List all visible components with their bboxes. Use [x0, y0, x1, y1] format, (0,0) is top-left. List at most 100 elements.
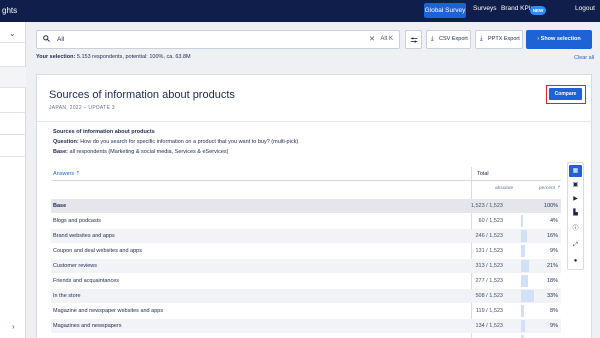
row-percent: 21% [546, 263, 558, 269]
page-title: Sources of information about products [49, 89, 235, 101]
shortcut-hint: Alt K [380, 36, 393, 42]
question-text: How do you search for specific informati… [80, 139, 299, 145]
row-percent: 33% [546, 293, 558, 299]
new-badge: NEW [530, 6, 546, 15]
row-percent: 18% [546, 278, 558, 284]
row-absolute: 508 / 1,523 [475, 293, 503, 299]
table-row: Online forums103 / 1,5237% [51, 334, 561, 338]
show-selection-label: Show selection [540, 36, 581, 42]
pptx-export-button[interactable]: ⤓ PPTX Export [475, 30, 523, 49]
sort-icon: ⇡ [556, 186, 561, 191]
search-icon [43, 35, 50, 44]
table-row: In the store 508 / 1,523 33% [51, 289, 561, 303]
question-label: Question: [53, 139, 79, 145]
bar-chart-icon[interactable]: ▶ [568, 193, 583, 205]
percent-subheader-label: percent [539, 186, 555, 191]
absolute-subheader: absolute [495, 186, 514, 191]
mountain-chart-icon[interactable]: ▙ [568, 207, 583, 219]
percent-bar [521, 305, 525, 317]
row-label: Coupon and deal websites and apps [53, 248, 142, 254]
row-label: Brand websites and apps [53, 233, 115, 239]
percent-bar [521, 275, 529, 287]
divider [37, 121, 593, 122]
percent-bar [521, 260, 530, 272]
app-brand: ghts [2, 6, 18, 15]
nav-global-survey[interactable]: Global Survey [424, 3, 466, 18]
sidebar-selected-item[interactable] [0, 66, 26, 88]
chevron-right-icon[interactable]: › [12, 322, 15, 331]
download-icon: ⤓ [480, 36, 483, 42]
percent-bar [521, 320, 525, 332]
table-row: Magazines and newspapers 134 / 1,523 9% [51, 319, 561, 333]
row-label: Friends and acquaintances [53, 278, 120, 284]
percent-bar [521, 245, 525, 257]
info-icon[interactable]: ● [568, 255, 583, 267]
row-percent: 9% [550, 323, 558, 329]
base-text: all respondents (Marketing & social medi… [69, 149, 229, 155]
sort-icon: ⇡ [75, 171, 81, 177]
info-small-icon[interactable]: ⓘ [568, 223, 583, 235]
left-sidebar: ⌄ › [0, 22, 26, 338]
show-selection-button[interactable]: › Show selection [526, 30, 592, 49]
percent-bar [521, 290, 535, 302]
base-row: Base 1,523 / 1,523 100% [51, 199, 561, 213]
row-percent: 16% [546, 233, 558, 239]
search-value: All [57, 36, 65, 43]
csv-export-button[interactable]: ⤓ CSV Export [426, 30, 471, 49]
row-label: Blogs and podcasts [53, 218, 102, 224]
statistic-card: Sources of information about products JA… [36, 74, 593, 338]
row-absolute: 131 / 1,523 [475, 248, 503, 254]
sidebar-divider [0, 156, 26, 157]
total-column-header: Total [477, 171, 489, 177]
selection-text: 5.153 respondents, potential: 100%, ca. … [76, 54, 191, 60]
row-absolute: 277 / 1,523 [475, 278, 503, 284]
base-line: Base: all respondents (Marketing & socia… [53, 149, 228, 155]
table-row: Magazine and newspaper websites and apps… [51, 304, 561, 318]
base-label: Base: [53, 149, 68, 155]
chevron-right-icon: › [537, 36, 540, 42]
chevron-down-icon[interactable]: ⌄ [9, 29, 17, 38]
row-label: Magazine and newspaper websites and apps [53, 308, 164, 314]
row-label: Customer reviews [53, 263, 98, 269]
csv-export-label: CSV Export [439, 36, 468, 42]
row-label: Base [53, 203, 67, 209]
row-absolute: 119 / 1,523 [475, 308, 503, 314]
sidebar-divider [0, 42, 26, 43]
selection-summary: Your selection: 5.153 respondents, poten… [36, 54, 191, 60]
expand-icon[interactable]: ⤢ [568, 239, 583, 251]
percent-subheader[interactable]: percent ⇡ [539, 186, 560, 191]
answers-column-header[interactable]: Answers ⇡ [53, 171, 80, 177]
question-title: Sources of information about products [53, 129, 155, 135]
nav-logout[interactable]: Logout [575, 5, 595, 12]
row-absolute: 1,523 / 1,523 [470, 203, 503, 209]
row-absolute: 60 / 1,523 [478, 218, 503, 224]
search-input[interactable]: All ✕ Alt K [36, 30, 400, 49]
table-row: Brand websites and apps 246 / 1,523 16% [51, 229, 561, 243]
table-header: Answers ⇡ Total [51, 167, 561, 181]
card-subtitle: JAPAN, 2022 – UPDATE 3 [49, 105, 115, 111]
selection-label: Your selection: [36, 54, 76, 60]
sidebar-divider [0, 112, 26, 113]
clear-all-link[interactable]: Clear all [574, 55, 594, 61]
row-percent: 9% [550, 248, 558, 254]
row-percent: 4% [550, 218, 558, 224]
nav-surveys[interactable]: Surveys [473, 5, 496, 12]
pptx-export-label: PPTX Export [488, 36, 520, 42]
sliders-icon [410, 37, 417, 43]
close-icon[interactable]: ✕ [369, 35, 375, 43]
table-row: Friends and acquaintances 277 / 1,523 18% [51, 274, 561, 288]
compare-button[interactable]: Compare [549, 88, 582, 100]
briefcase-icon[interactable]: ▣ [568, 179, 583, 191]
row-label: In the store [53, 293, 81, 299]
answers-header-label: Answers [53, 171, 75, 177]
table-row: Blogs and podcasts 60 / 1,523 4% [51, 214, 561, 228]
table-icon[interactable]: ▦ [569, 165, 582, 177]
compare-highlight: Compare [546, 85, 586, 104]
row-absolute: 313 / 1,523 [475, 263, 503, 269]
percent-bar [521, 230, 528, 242]
row-percent: 100% [543, 203, 558, 209]
chart-type-toolbar: ▦ ▣ ▶ ▙ ⓘ ⤢ ● [567, 162, 584, 270]
nav-brand-kpis[interactable]: Brand KPIs [501, 5, 534, 12]
filter-settings-button[interactable] [405, 30, 422, 49]
top-navigation-bar: ghts Global Survey Surveys Brand KPIs NE… [0, 0, 600, 22]
